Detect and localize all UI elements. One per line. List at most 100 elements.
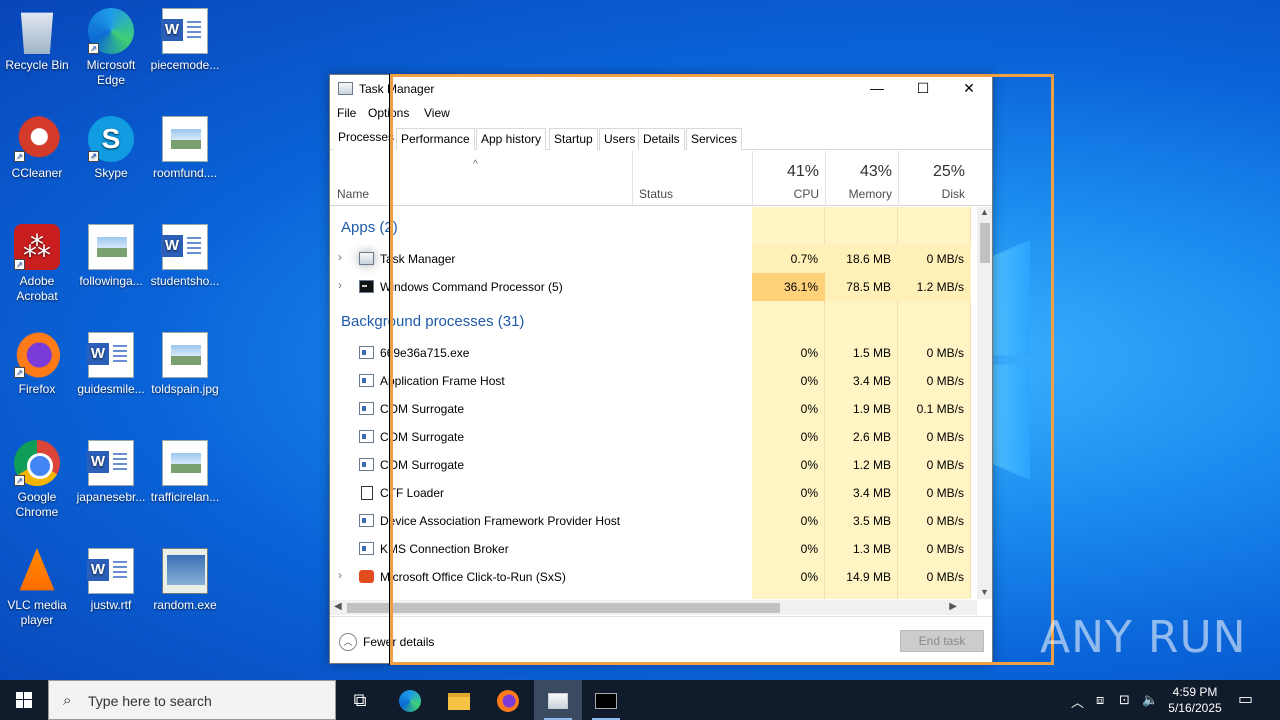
word-document-icon: W <box>87 332 134 378</box>
desktop-icon-label: Recycle Bin <box>5 58 69 72</box>
edge-icon: ↗ <box>88 8 134 54</box>
task-view-icon: ⧉ <box>353 690 367 710</box>
desktop-icon-label: Microsoft Edge <box>86 58 136 87</box>
desktop-icon-ccleaner[interactable]: ↗ CCleaner <box>0 116 74 181</box>
process-window-icon <box>359 374 374 387</box>
desktop-icon-label: Skype <box>94 166 128 180</box>
desktop-icon-justw[interactable]: W justw.rtf <box>74 548 148 613</box>
process-window-icon <box>359 346 374 359</box>
edge-icon <box>399 690 421 713</box>
ctf-loader-icon <box>359 486 374 500</box>
process-window-icon <box>359 458 374 471</box>
desktop-icon-label: Google Chrome <box>15 490 59 519</box>
word-document-icon: W <box>161 8 208 54</box>
desktop-icon-acrobat[interactable]: ⁂ ↗ Adobe Acrobat <box>0 224 74 304</box>
desktop-icon-label: piecemode... <box>150 58 220 72</box>
word-document-icon: W <box>87 440 134 486</box>
taskbar-firefox[interactable] <box>484 680 532 720</box>
desktop-icon-label: random.exe <box>153 598 217 612</box>
desktop-icon-edge[interactable]: ↗ Microsoft Edge <box>74 8 148 88</box>
desktop-icon-label: Firefox <box>18 382 56 396</box>
task-view-button[interactable]: ⧉ <box>336 680 384 720</box>
desktop-icon-piecemode[interactable]: W piecemode... <box>148 8 222 73</box>
command-prompt-icon <box>595 693 617 710</box>
word-document-icon: W <box>161 224 208 270</box>
image-file-icon <box>162 116 208 162</box>
process-window-icon <box>359 542 374 555</box>
image-file-icon <box>162 332 208 378</box>
scroll-left-icon[interactable]: ◀ <box>334 601 342 612</box>
expand-chevron-icon[interactable]: › <box>338 568 342 582</box>
taskbar-edge[interactable] <box>386 680 434 720</box>
taskbar-command-prompt[interactable] <box>582 680 630 720</box>
shortcut-arrow-icon: ↗ <box>88 151 99 162</box>
firefox-icon <box>497 690 519 713</box>
desktop-icon-vlc[interactable]: VLC media player <box>0 548 74 628</box>
firefox-icon: ↗ <box>14 332 60 378</box>
highlight-frame <box>390 74 1054 665</box>
desktop-icon-trafficirelan[interactable]: trafficirelan... <box>148 440 222 505</box>
process-window-icon <box>359 402 374 415</box>
process-window-icon <box>359 430 374 443</box>
taskbar-file-explorer[interactable] <box>435 680 483 720</box>
desktop-icon-roomfund[interactable]: roomfund.... <box>148 116 222 181</box>
task-manager-icon <box>338 82 353 95</box>
image-file-icon <box>162 440 208 486</box>
ccleaner-icon: ↗ <box>14 116 60 162</box>
taskbar: ⌕ Type here to search ⧉ ︿ ⧈ ⊡ 🔈 4:59 PM … <box>0 680 1280 720</box>
column-name-label: Name <box>337 187 370 201</box>
office-icon <box>359 570 374 583</box>
clock[interactable]: 4:59 PM 5/16/2025 <box>1160 684 1230 716</box>
desktop-icon-label: toldspain.jpg <box>151 382 219 396</box>
desktop-icon-followinga[interactable]: followinga... <box>74 224 148 289</box>
shortcut-arrow-icon: ↗ <box>88 43 99 54</box>
notifications-icon[interactable]: ▭ <box>1238 689 1253 709</box>
desktop-icon-guidesmile[interactable]: W guidesmile... <box>74 332 148 397</box>
volume-icon[interactable]: 🔈 <box>1142 692 1158 708</box>
watermark: ANY RUN <box>1040 612 1247 663</box>
search-placeholder: Type here to search <box>88 693 212 709</box>
desktop-icon-studentsho[interactable]: W studentsho... <box>148 224 222 289</box>
task-manager-icon <box>548 693 568 710</box>
desktop-icon-firefox[interactable]: ↗ Firefox <box>0 332 74 397</box>
desktop-icon-skype[interactable]: S ↗ Skype <box>74 116 148 181</box>
start-button[interactable] <box>0 680 48 720</box>
menu-file[interactable]: File <box>337 106 356 120</box>
executable-icon <box>162 548 208 594</box>
search-icon: ⌕ <box>63 692 72 709</box>
desktop-icon-label: justw.rtf <box>90 598 132 612</box>
taskbar-search-box[interactable]: ⌕ Type here to search <box>48 680 336 720</box>
desktop-icon-label: trafficirelan... <box>150 490 220 504</box>
chevron-up-circle-icon[interactable]: ︿ <box>339 633 357 651</box>
clock-time: 4:59 PM <box>1172 685 1218 699</box>
image-file-icon <box>88 224 134 270</box>
clock-date: 5/16/2025 <box>1168 701 1222 715</box>
desktop-icon-chrome[interactable]: ↗ Google Chrome <box>0 440 74 520</box>
desktop-icon-label: VLC media player <box>7 598 67 627</box>
shortcut-arrow-icon: ↗ <box>14 151 25 162</box>
desktop-icon-label: studentsho... <box>150 274 220 288</box>
desktop-icon-recycle-bin[interactable]: Recycle Bin <box>0 8 74 73</box>
acrobat-icon: ⁂ ↗ <box>14 224 60 270</box>
process-window-icon <box>359 514 374 527</box>
desktop-icon-toldspain[interactable]: toldspain.jpg <box>148 332 222 397</box>
folder-icon <box>448 692 470 710</box>
network-icon[interactable]: ⊡ <box>1119 692 1130 708</box>
chevron-up-icon[interactable]: ︿ <box>1071 692 1084 711</box>
taskbar-task-manager[interactable] <box>534 680 582 720</box>
desktop-icon-random-exe[interactable]: random.exe <box>148 548 222 613</box>
desktop-icon-label: followinga... <box>79 274 143 288</box>
command-prompt-icon <box>359 280 374 293</box>
skype-icon: S ↗ <box>88 116 134 162</box>
desktop-icon-japanesebr[interactable]: W japanesebr... <box>74 440 148 505</box>
shortcut-arrow-icon: ↗ <box>14 367 25 378</box>
network-adapter-icon[interactable]: ⧈ <box>1096 692 1104 708</box>
shortcut-arrow-icon: ↗ <box>14 475 25 486</box>
desktop-icon-label: Adobe Acrobat <box>16 274 58 303</box>
expand-chevron-icon[interactable]: › <box>338 250 342 264</box>
chrome-icon: ↗ <box>14 440 60 486</box>
word-document-icon: W <box>87 548 134 594</box>
vlc-icon <box>19 548 55 591</box>
expand-chevron-icon[interactable]: › <box>338 278 342 292</box>
windows-start-icon <box>16 692 32 708</box>
